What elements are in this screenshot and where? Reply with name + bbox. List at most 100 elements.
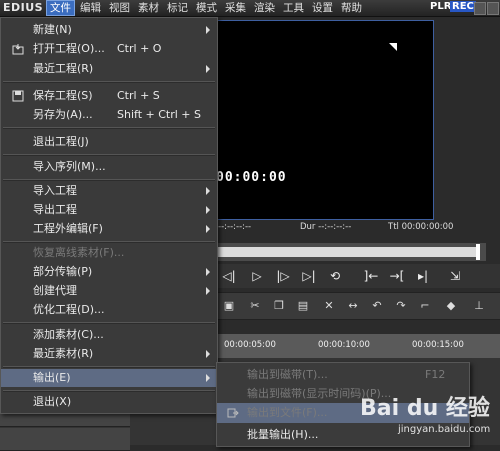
menu-item-save-project[interactable]: 保存工程(S) Ctrl + S [1, 87, 217, 105]
menu-item-label: 部分传输(P) [33, 265, 93, 278]
audio-level-icon[interactable]: ⊥ [470, 297, 488, 315]
file-menu: 新建(N) 打开工程(O)... Ctrl + O 最近工程(R) 保存工程(S)… [0, 17, 218, 414]
menu-item-label: 添加素材(C)... [33, 328, 104, 341]
menu-separator [3, 179, 215, 181]
corner-marker-icon [389, 43, 397, 51]
in-timecode: --:--:--:-- [218, 222, 252, 232]
menu-item-close-project[interactable]: 退出工程(J) [1, 133, 217, 151]
scrub-handle[interactable] [476, 244, 480, 260]
menu-item-label: 最近素材(R) [33, 347, 94, 360]
duration-timecode: Dur --:--:--:-- [300, 222, 352, 232]
track-header[interactable] [0, 428, 130, 451]
menu-item-label: 打开工程(O)... [33, 42, 105, 55]
cut-icon[interactable]: ✂ [246, 297, 264, 315]
menu-item-new[interactable]: 新建(N) [1, 21, 217, 39]
menu-item-label: 创建代理 [33, 284, 77, 297]
menu-separator [3, 366, 215, 368]
menu-item-save-as[interactable]: 另存为(A)... Shift + Ctrl + S [1, 106, 217, 124]
submenu-arrow-icon [206, 187, 210, 195]
menu-mode[interactable]: 模式 [193, 1, 220, 15]
set-in-icon[interactable]: ]← [360, 267, 382, 285]
minimize-button[interactable] [474, 2, 486, 15]
menu-item-label: 批量输出(H)... [247, 428, 319, 441]
menu-separator [3, 390, 215, 392]
menu-render[interactable]: 渲染 [251, 1, 278, 15]
play-icon[interactable]: ▷ [246, 267, 268, 285]
menu-item-exit[interactable]: 退出(X) [1, 393, 217, 411]
mode-icon[interactable]: ▣ [220, 297, 238, 315]
menu-view[interactable]: 视图 [106, 1, 133, 15]
watermark-logo: Bai du 经验 [360, 396, 490, 421]
menu-item-label: 导出工程 [33, 203, 77, 216]
menu-item-label: 导入序列(M)... [33, 160, 106, 173]
menu-item-partial-transfer[interactable]: 部分传输(P) [1, 263, 217, 281]
menu-item-recent-clips[interactable]: 最近素材(R) [1, 345, 217, 363]
menu-item-external-edit[interactable]: 工程外编辑(F) [1, 220, 217, 238]
timecode-display: 00:00:00 [216, 170, 287, 185]
ruler-tick: 00:00:10:00 [318, 340, 370, 350]
submenu-item-output-to-tape: 输出到磁带(T)... F12 [217, 365, 469, 385]
preview-monitor [216, 20, 434, 220]
scrub-bar[interactable] [216, 243, 486, 261]
menu-item-add-clip[interactable]: 添加素材(C)... [1, 326, 217, 344]
ripple-icon[interactable]: ↔ [344, 297, 362, 315]
paste-icon[interactable]: ▤ [294, 297, 312, 315]
menu-file[interactable]: 文件 [46, 0, 75, 16]
insert-icon[interactable]: ▸| [412, 267, 434, 285]
close-button[interactable] [487, 2, 499, 15]
menu-item-label: 最近工程(R) [33, 62, 94, 75]
menu-item-create-proxy[interactable]: 创建代理 [1, 282, 217, 300]
step-forward-icon[interactable]: |▷ [272, 267, 294, 285]
menu-help[interactable]: 帮助 [338, 1, 365, 15]
menu-item-import-sequence[interactable]: 导入序列(M)... [1, 158, 217, 176]
menu-item-open-project[interactable]: 打开工程(O)... Ctrl + O [1, 40, 217, 58]
set-out-icon[interactable]: →[ [386, 267, 408, 285]
timeline-toolbar: ▣ ✂ ❐ ▤ ✕ ↔ ↶ ↷ ⌐ ◆ ⊥ [216, 292, 500, 320]
menu-separator [3, 322, 215, 324]
menu-item-label: 优化工程(D)... [33, 303, 105, 316]
watermark-url: jingyan.baidu.com [398, 424, 491, 435]
next-frame-icon[interactable]: ▷| [298, 267, 320, 285]
submenu-arrow-icon [206, 268, 210, 276]
menu-separator [3, 241, 215, 243]
rec-label[interactable]: REC [450, 1, 476, 12]
menu-item-restore-offline: 恢复离线素材(F)... [1, 244, 217, 262]
menu-capture[interactable]: 采集 [222, 1, 249, 15]
ruler-tick: 00:00:05:00 [224, 340, 276, 350]
step-back-icon[interactable]: ◁| [218, 267, 240, 285]
loop-icon[interactable]: ⟲ [324, 267, 346, 285]
undo-icon[interactable]: ↶ [368, 297, 386, 315]
menu-clip[interactable]: 素材 [135, 1, 162, 15]
submenu-arrow-icon [206, 225, 210, 233]
menu-item-optimize-project[interactable]: 优化工程(D)... [1, 301, 217, 319]
submenu-arrow-icon [206, 287, 210, 295]
redo-icon[interactable]: ↷ [392, 297, 410, 315]
menu-item-label: 恢复离线素材(F)... [33, 246, 125, 259]
timeline-ruler[interactable]: 00:00:05:00 00:00:10:00 00:00:15:00 [216, 334, 500, 359]
menu-item-export-project[interactable]: 导出工程 [1, 201, 217, 219]
submenu-arrow-icon [206, 65, 210, 73]
overwrite-icon[interactable]: ⇲ [444, 267, 466, 285]
scrub-track[interactable] [216, 247, 480, 257]
marker-icon[interactable]: ◆ [442, 297, 460, 315]
snap-icon[interactable]: ⌐ [416, 297, 434, 315]
menu-edit[interactable]: 编辑 [77, 1, 104, 15]
delete-icon[interactable]: ✕ [320, 297, 338, 315]
menu-item-import-project[interactable]: 导入工程 [1, 182, 217, 200]
menu-settings[interactable]: 设置 [309, 1, 336, 15]
submenu-arrow-icon [206, 206, 210, 214]
menu-item-label: 退出工程(J) [33, 135, 89, 148]
menu-marker[interactable]: 标记 [164, 1, 191, 15]
menu-tools[interactable]: 工具 [280, 1, 307, 15]
export-file-icon [227, 408, 239, 418]
menu-separator [3, 127, 215, 129]
menu-item-label: 新建(N) [33, 23, 72, 36]
copy-icon[interactable]: ❐ [270, 297, 288, 315]
menu-item-recent-projects[interactable]: 最近工程(R) [1, 60, 217, 78]
timecode-info-bar: --:--:--:-- Dur --:--:--:-- Ttl 00:00:00… [216, 222, 500, 236]
plr-label[interactable]: PLR [430, 1, 451, 12]
menu-item-shortcut: Ctrl + O [117, 42, 162, 55]
menu-item-label: 输出到磁带(T)... [247, 368, 328, 381]
menu-item-shortcut: Shift + Ctrl + S [117, 108, 201, 121]
menu-item-export[interactable]: 输出(E) [1, 369, 217, 387]
